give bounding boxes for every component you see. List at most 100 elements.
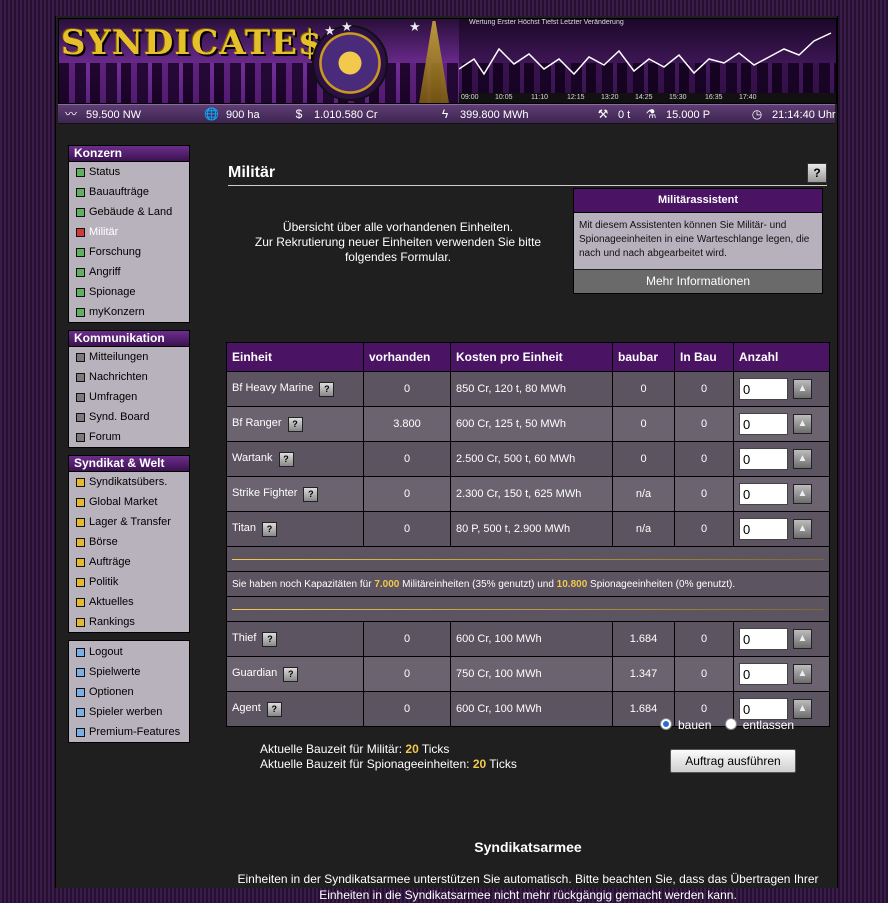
menu-item-synd-board[interactable]: Synd. Board bbox=[69, 407, 189, 427]
tools-icon: ⚒ bbox=[597, 107, 609, 121]
logo[interactable]: SYNDICATE$ bbox=[61, 23, 323, 63]
max-arrow-icon[interactable]: ▲ bbox=[793, 664, 812, 684]
menu-item-premium[interactable]: Premium-Features bbox=[69, 722, 189, 742]
unit-cost: 600 Cr, 100 MWh bbox=[450, 621, 613, 657]
max-arrow-icon[interactable]: ▲ bbox=[793, 484, 812, 504]
menu-item-forschung[interactable]: Forschung bbox=[69, 242, 189, 262]
menu-item-gebaeude[interactable]: Gebäude & Land bbox=[69, 202, 189, 222]
max-arrow-icon[interactable]: ▲ bbox=[793, 629, 812, 649]
unit-cost: 2.500 Cr, 500 t, 60 MWh bbox=[450, 441, 613, 477]
menu-item-angriff[interactable]: Angriff bbox=[69, 262, 189, 282]
menu-item-lager[interactable]: Lager & Transfer bbox=[69, 512, 189, 532]
menu-item-syndikatsuebers[interactable]: Syndikatsübers. bbox=[69, 472, 189, 492]
menu-item-spionage[interactable]: Spionage bbox=[69, 282, 189, 302]
ticker-time: 14:25 bbox=[635, 94, 653, 101]
networth-value: 59.500 NW bbox=[86, 109, 142, 121]
menu-item-rankings[interactable]: Rankings bbox=[69, 612, 189, 632]
unit-buildable: 0 bbox=[612, 406, 675, 442]
time-value: 21:14:40 Uhr bbox=[772, 109, 836, 121]
ticker-time: 12:15 bbox=[567, 94, 585, 101]
menu-item-militaer[interactable]: Militär bbox=[69, 222, 189, 242]
unit-buildable: 1.347 bbox=[612, 656, 675, 692]
menu-item-optionen[interactable]: Optionen bbox=[69, 682, 189, 702]
max-arrow-icon[interactable]: ▲ bbox=[793, 519, 812, 539]
ticks-label: Ticks bbox=[486, 757, 517, 771]
max-arrow-icon[interactable]: ▲ bbox=[793, 414, 812, 434]
menu-item-aktuelles[interactable]: Aktuelles bbox=[69, 592, 189, 612]
mode-radio-group: bauen entlassen bbox=[660, 718, 794, 732]
menu-item-umfragen[interactable]: Umfragen bbox=[69, 387, 189, 407]
help-icon[interactable]: ? bbox=[278, 451, 294, 467]
unit-cost: 600 Cr, 100 MWh bbox=[450, 691, 613, 727]
capacity-text: Sie haben noch Kapazitäten für 7.000 Mil… bbox=[226, 571, 830, 597]
max-arrow-icon[interactable]: ▲ bbox=[793, 699, 812, 719]
col-header: baubar bbox=[612, 342, 675, 372]
help-icon[interactable]: ? bbox=[283, 666, 299, 682]
amount-input[interactable] bbox=[739, 663, 788, 685]
menu-item-status[interactable]: Status bbox=[69, 162, 189, 182]
menu-item-mykonzern[interactable]: myKonzern bbox=[69, 302, 189, 322]
col-header: Anzahl bbox=[733, 342, 830, 372]
menu-item-global-market[interactable]: Global Market bbox=[69, 492, 189, 512]
unit-name: Bf Ranger bbox=[232, 416, 282, 429]
amount-input[interactable] bbox=[739, 483, 788, 505]
help-icon[interactable]: ? bbox=[262, 521, 278, 537]
tower-icon bbox=[419, 21, 449, 103]
menu-item-boerse[interactable]: Börse bbox=[69, 532, 189, 552]
unit-inbuild: 0 bbox=[674, 511, 734, 547]
ticker-time: 11:10 bbox=[531, 94, 548, 101]
menu-item-bauauftraege[interactable]: Bauaufträge bbox=[69, 182, 189, 202]
unit-have: 0 bbox=[363, 621, 451, 657]
ticker-time: 16:35 bbox=[705, 94, 723, 101]
more-info-link[interactable]: Mehr Informationen bbox=[574, 269, 822, 293]
unit-amount-cell: ▲ bbox=[733, 656, 830, 692]
unit-name-cell: Strike Fighter? bbox=[226, 476, 364, 512]
stock-chart bbox=[459, 32, 832, 76]
help-icon[interactable]: ? bbox=[262, 631, 278, 647]
radio-build[interactable] bbox=[660, 718, 672, 730]
assistant-title: Militärassistent bbox=[574, 189, 822, 213]
menu-header: Konzern bbox=[69, 146, 189, 162]
unit-name-cell: Bf Ranger? bbox=[226, 406, 364, 442]
points-value: 15.000 P bbox=[666, 109, 711, 121]
unit-buildable: n/a bbox=[612, 511, 675, 547]
help-icon[interactable]: ? bbox=[287, 416, 303, 432]
amount-input[interactable] bbox=[739, 628, 788, 650]
help-icon[interactable]: ? bbox=[319, 381, 335, 397]
menu-item-forum[interactable]: Forum bbox=[69, 427, 189, 447]
menu-item-logout[interactable]: Logout bbox=[69, 642, 189, 662]
help-icon[interactable]: ? bbox=[807, 163, 827, 183]
max-arrow-icon[interactable]: ▲ bbox=[793, 379, 812, 399]
amount-input[interactable] bbox=[739, 698, 788, 720]
menu-item-spieler-werben[interactable]: Spieler werben bbox=[69, 702, 189, 722]
radio-dismiss[interactable] bbox=[724, 718, 737, 730]
menu-item-spielwerte[interactable]: Spielwerte bbox=[69, 662, 189, 682]
table-row: Bf Heavy Marine? 0 850 Cr, 120 t, 80 MWh… bbox=[226, 371, 830, 407]
menu-syndikat: Syndikat & Welt Syndikatsübers. Global M… bbox=[68, 455, 190, 633]
clock-icon: ◷ bbox=[751, 107, 763, 121]
ticker-time: 17:40 bbox=[739, 94, 757, 101]
amount-input[interactable] bbox=[739, 413, 788, 435]
amount-input[interactable] bbox=[739, 378, 788, 400]
buildtime-value: 20 bbox=[405, 742, 419, 756]
page-container: SYNDICATE$ ★ ★ ★ Wertung Erster Höchst T… bbox=[55, 16, 838, 902]
help-icon[interactable]: ? bbox=[303, 486, 319, 502]
ticker-time: 10:05 bbox=[495, 94, 513, 101]
header-banner: SYNDICATE$ ★ ★ ★ Wertung Erster Höchst T… bbox=[58, 18, 837, 104]
buildtime-label: Aktuelle Bauzeit für Militär: bbox=[260, 742, 406, 756]
amount-input[interactable] bbox=[739, 518, 788, 540]
ticker-time: 09:00 bbox=[461, 94, 479, 101]
menu-item-politik[interactable]: Politik bbox=[69, 572, 189, 592]
submit-button[interactable]: Auftrag ausführen bbox=[670, 749, 796, 773]
unit-amount-cell: ▲ bbox=[733, 621, 830, 657]
amount-input[interactable] bbox=[739, 448, 788, 470]
lightning-icon: ϟ bbox=[441, 107, 449, 121]
help-icon[interactable]: ? bbox=[266, 701, 282, 717]
menu-item-auftraege[interactable]: Aufträge bbox=[69, 552, 189, 572]
menu-konzern: Konzern Status Bauaufträge Gebäude & Lan… bbox=[68, 145, 190, 323]
menu-item-mitteilungen[interactable]: Mitteilungen bbox=[69, 347, 189, 367]
menu-item-nachrichten[interactable]: Nachrichten bbox=[69, 367, 189, 387]
unit-buildable: 1.684 bbox=[612, 621, 675, 657]
buildtime-spy: Aktuelle Bauzeit für Spionageeinheiten: … bbox=[260, 757, 517, 772]
max-arrow-icon[interactable]: ▲ bbox=[793, 449, 812, 469]
